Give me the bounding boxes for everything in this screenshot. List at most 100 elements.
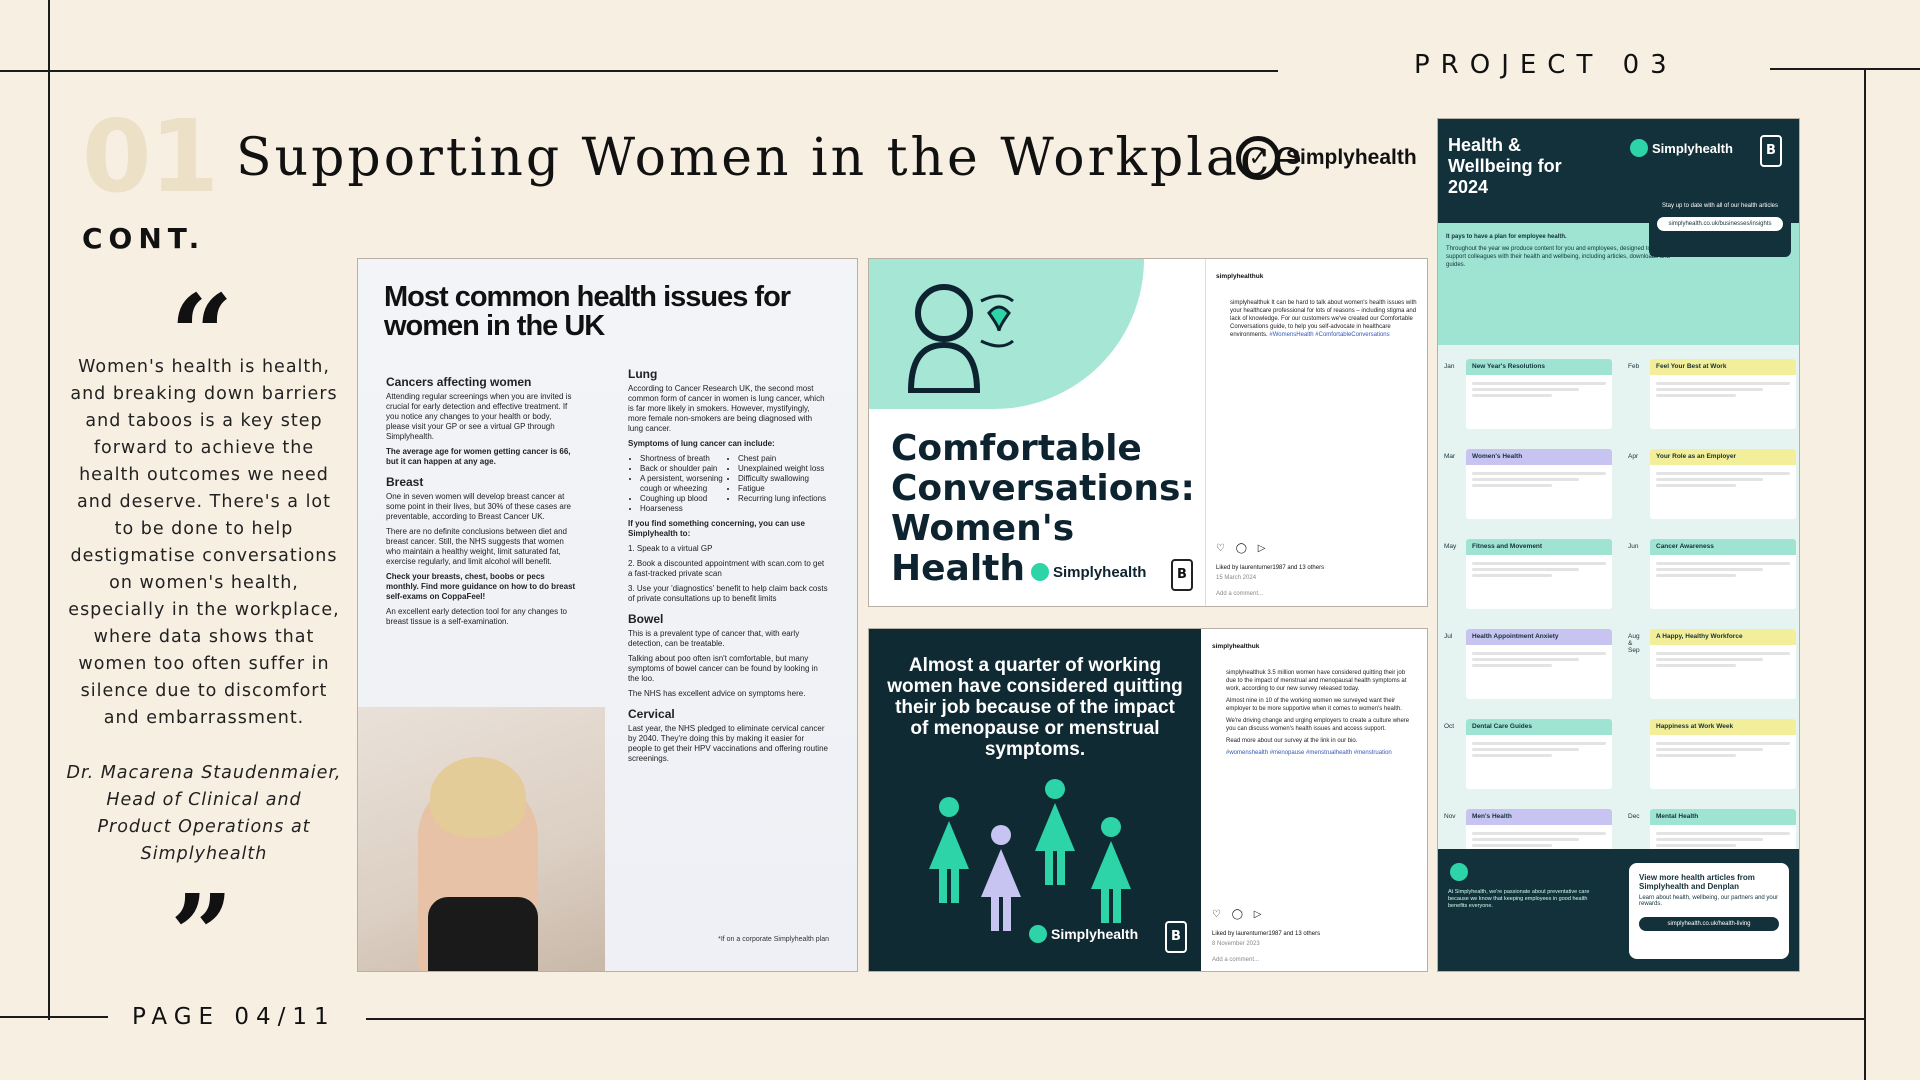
simplyhealth-badge: Simplyhealth bbox=[1031, 563, 1146, 581]
post-likes: Liked by laurenturner1987 and 13 others bbox=[1212, 931, 1321, 937]
symptoms-list: Shortness of breath Back or shoulder pai… bbox=[628, 454, 828, 514]
list-item: Recurring lung infections bbox=[738, 494, 828, 504]
figure-body bbox=[929, 821, 969, 869]
brand-name: Simplyhealth bbox=[1053, 563, 1147, 581]
post-actions[interactable]: ♡ ◯ ▷ bbox=[1216, 543, 1269, 554]
view-more-sub: Learn about health, wellbeing, our partn… bbox=[1639, 895, 1779, 907]
calendar-footer: At Simplyhealth, we're passionate about … bbox=[1438, 849, 1799, 971]
list-item: Fatigue bbox=[738, 484, 828, 494]
frame-top-left-horizontal bbox=[0, 70, 1278, 72]
caption-text: simplyhealthuk 3.5 million women have co… bbox=[1226, 670, 1407, 692]
woman-figure-icon bbox=[1035, 779, 1075, 889]
month-card-body[interactable]: Feel Your Best at Work bbox=[1650, 359, 1796, 429]
post-date: 8 November 2023 bbox=[1212, 941, 1260, 947]
frame-right-vertical bbox=[1864, 68, 1866, 1080]
simplyhealth-dot-icon bbox=[1031, 563, 1049, 581]
health-issues-column-2: Lung According to Cancer Research UK, th… bbox=[628, 359, 828, 769]
health-living-link[interactable]: simplyhealth.co.uk/health-living bbox=[1639, 917, 1779, 931]
bcorp-icon: B bbox=[1165, 921, 1187, 953]
conversations-post-panel: Comfortable Conversations: Women's Healt… bbox=[868, 258, 1428, 607]
cancers-heading: Cancers affecting women bbox=[386, 375, 532, 389]
health-issues-column-1: Cancers affecting women Attending regula… bbox=[386, 367, 576, 632]
post-caption: simplyhealthuk 3.5 million women have co… bbox=[1226, 669, 1416, 757]
month-card-title: Your Role as an Employer bbox=[1650, 449, 1796, 465]
woman-photo bbox=[358, 707, 605, 971]
hashtags[interactable]: #womenshealth #menopause #menstrualhealt… bbox=[1226, 749, 1416, 757]
month-card-body[interactable]: A Happy, Healthy Workforce bbox=[1650, 629, 1796, 699]
breast-text: One in seven women will develop breast c… bbox=[386, 492, 571, 521]
month-label: Aug & Sep bbox=[1628, 633, 1640, 654]
month-card-lines bbox=[1466, 465, 1612, 494]
month-card-body[interactable]: Dental Care Guides bbox=[1466, 719, 1612, 789]
figure-head bbox=[939, 797, 959, 817]
figure-head bbox=[1101, 817, 1121, 837]
month-label: Jan bbox=[1444, 363, 1455, 370]
hashtags[interactable]: #WomensHealth #ComfortableConversations bbox=[1269, 332, 1389, 338]
comment-input[interactable]: Add a comment... bbox=[1212, 957, 1259, 963]
figure-leg bbox=[1045, 849, 1053, 885]
post-actions[interactable]: ♡ ◯ ▷ bbox=[1212, 909, 1265, 920]
step-item: 2. Book a discounted appointment with sc… bbox=[628, 559, 825, 578]
woman-figure-icon bbox=[981, 825, 1021, 935]
wellbeing-calendar-panel: Health & Wellbeing for 2024 Simplyhealth… bbox=[1437, 118, 1800, 972]
health-issues-title: Most common health issues for women in t… bbox=[384, 281, 791, 342]
concern-heading: If you find something concerning, you ca… bbox=[628, 519, 805, 538]
month-label: Oct bbox=[1444, 723, 1455, 730]
view-more-heading: View more health articles from Simplyhea… bbox=[1639, 873, 1755, 891]
calendar-intro: It pays to have a plan for employee heal… bbox=[1446, 233, 1676, 269]
simplyhealth-dot-icon bbox=[1029, 925, 1047, 943]
month-label: Jun bbox=[1628, 543, 1639, 550]
brand-name: Simplyhealth bbox=[1652, 140, 1733, 156]
month-label: Apr bbox=[1628, 453, 1639, 460]
month-card-body[interactable]: Happiness at Work Week bbox=[1650, 719, 1796, 789]
footnote: *If on a corporate Simplyhealth plan bbox=[718, 936, 829, 943]
month-card-title: Happiness at Work Week bbox=[1650, 719, 1796, 735]
bowel-text: This is a prevalent type of cancer that,… bbox=[628, 629, 800, 648]
figure-head bbox=[991, 825, 1011, 845]
comment-input[interactable]: Add a comment... bbox=[1216, 591, 1263, 597]
insights-link[interactable]: simplyhealth.co.uk/businesses/insights bbox=[1657, 217, 1783, 231]
figure-body bbox=[1091, 841, 1131, 889]
month-card-body[interactable]: Cancer Awareness bbox=[1650, 539, 1796, 609]
list-item: Shortness of breath bbox=[640, 454, 730, 464]
woman-avatar-icon bbox=[907, 284, 1014, 393]
post-username[interactable]: simplyhealthuk bbox=[1216, 273, 1263, 280]
cancers-text: Attending regular screenings when you ar… bbox=[386, 392, 572, 441]
quote-attribution: Dr. Macarena Staudenmaier, Head of Clini… bbox=[66, 763, 342, 864]
month-card-body[interactable]: Fitness and Movement bbox=[1466, 539, 1612, 609]
month-label: Nov bbox=[1444, 813, 1456, 820]
month-card-lines bbox=[1650, 465, 1796, 494]
list-item: Back or shoulder pain bbox=[640, 464, 730, 474]
headline-line: Conversations: bbox=[891, 468, 1195, 509]
calendar-title: Health & Wellbeing for 2024 bbox=[1448, 135, 1562, 197]
caption-text: Read more about our survey at the link i… bbox=[1226, 738, 1358, 744]
post-username[interactable]: simplyhealthuk bbox=[1212, 643, 1259, 650]
month-card-lines bbox=[1466, 645, 1612, 674]
simplyhealth-badge: Simplyhealth bbox=[1630, 139, 1733, 157]
month-card-title: Dental Care Guides bbox=[1466, 719, 1612, 735]
woman-hair bbox=[430, 757, 526, 837]
cervical-heading: Cervical bbox=[628, 707, 675, 721]
quote-text: Women's health is health, and breaking d… bbox=[68, 357, 340, 728]
month-card-title: Cancer Awareness bbox=[1650, 539, 1796, 555]
lung-heading: Lung bbox=[628, 367, 658, 381]
month-card-lines bbox=[1650, 375, 1796, 404]
month-card-lines bbox=[1650, 735, 1796, 764]
figure-body bbox=[1035, 803, 1075, 851]
figure-leg bbox=[1057, 849, 1065, 885]
month-card-body[interactable]: Health Appointment Anxiety bbox=[1466, 629, 1612, 699]
symptoms-heading: Symptoms of lung cancer can include: bbox=[628, 439, 775, 448]
self-exam-text: An excellent early detection tool for an… bbox=[386, 607, 567, 626]
caption-text: Almost nine in 10 of the working women w… bbox=[1226, 698, 1402, 712]
month-card-lines bbox=[1650, 555, 1796, 584]
bcorp-icon: B bbox=[1760, 135, 1782, 167]
breast-heading: Breast bbox=[386, 475, 424, 489]
month-card-lines bbox=[1466, 555, 1612, 584]
quarter-headline: Almost a quarter of working women have c… bbox=[887, 655, 1183, 760]
close-quote-icon: ” bbox=[170, 870, 234, 999]
month-label: Jul bbox=[1444, 633, 1453, 640]
month-card-body[interactable]: New Year's Resolutions bbox=[1466, 359, 1612, 429]
month-card-body[interactable]: Your Role as an Employer bbox=[1650, 449, 1796, 519]
month-card-body[interactable]: Women's Health bbox=[1466, 449, 1612, 519]
figure-head bbox=[1045, 779, 1065, 799]
